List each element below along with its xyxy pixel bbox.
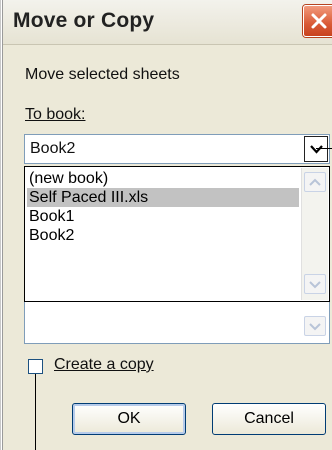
close-button[interactable] (303, 5, 332, 37)
before-sheet-listbox[interactable] (24, 302, 330, 344)
dropdown-scrollbar[interactable] (301, 168, 328, 300)
dialog-title: Move or Copy (13, 9, 155, 32)
callout-line (35, 374, 36, 450)
scroll-up-button[interactable] (304, 172, 326, 192)
to-book-label-text: To book: (25, 106, 86, 123)
move-selected-sheets-label: Move selected sheets (25, 66, 180, 83)
dropdown-option-book1[interactable]: Book1 (27, 207, 74, 226)
create-copy-checkbox[interactable] (28, 359, 43, 374)
cancel-button[interactable]: Cancel (212, 403, 326, 435)
create-copy-label-text: Create a copy (54, 356, 154, 373)
to-book-dropdown-button[interactable] (304, 136, 328, 162)
scroll-down-button[interactable] (304, 274, 326, 294)
worksheet-gridline (0, 0, 1, 450)
ok-button[interactable]: OK (72, 403, 186, 435)
callout-line (316, 148, 332, 149)
screenshot-stage: Move or Copy Move selected sheets To boo… (0, 0, 332, 450)
to-book-dropdown-list[interactable]: (new book) Self Paced III.xls Book1 Book… (24, 166, 330, 302)
dropdown-option-new-book[interactable]: (new book) (27, 169, 108, 188)
dropdown-option-book2[interactable]: Book2 (27, 226, 74, 245)
to-book-combo[interactable]: Book2 (24, 134, 330, 164)
create-copy-label[interactable]: Create a copy (54, 356, 154, 374)
to-book-value: Book2 (30, 140, 76, 157)
to-book-label: To book: (25, 106, 85, 124)
listbox-scroll-down-button[interactable] (304, 316, 326, 336)
dropdown-option-self-paced[interactable]: Self Paced III.xls (27, 188, 299, 207)
dialog-titlebar[interactable]: Move or Copy (3, 0, 332, 45)
